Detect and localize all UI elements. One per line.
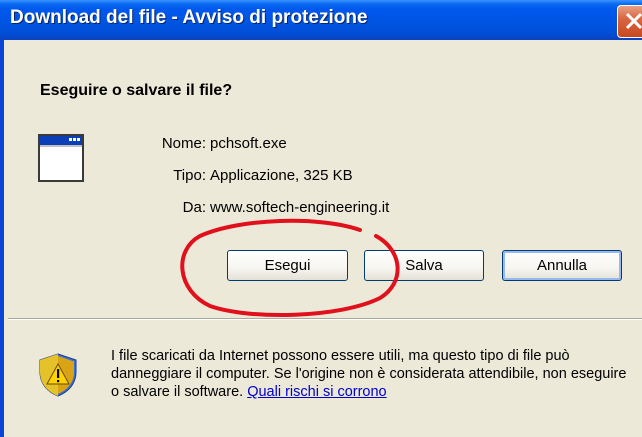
file-source-value: www.softech-engineering.it: [210, 199, 390, 216]
file-type-label: Tipo:: [173, 167, 206, 184]
run-button[interactable]: Esegui: [227, 250, 348, 281]
security-shield-icon: [39, 353, 77, 397]
application-window-icon: [38, 134, 84, 182]
risks-link[interactable]: Quali rischi si corrono: [247, 384, 386, 400]
window-title: Download del file - Avviso di protezione: [10, 7, 368, 28]
dialog-heading: Eseguire o salvare il file?: [40, 82, 233, 99]
save-button[interactable]: Salva: [364, 250, 484, 281]
close-icon: [625, 12, 642, 30]
download-dialog: Download del file - Avviso di protezione…: [0, 0, 642, 437]
close-button[interactable]: [617, 5, 642, 38]
file-name-value: pchsoft.exe: [210, 135, 287, 152]
cancel-button[interactable]: Annulla: [502, 250, 622, 281]
file-source-label: Da:: [182, 199, 206, 216]
file-type-value: Applicazione, 325 KB: [210, 167, 353, 184]
security-warning: I file scaricati da Internet possono ess…: [111, 347, 631, 401]
file-name-label: Nome:: [161, 135, 206, 152]
window-frame-left: [0, 40, 4, 437]
title-bar[interactable]: Download del file - Avviso di protezione: [0, 0, 642, 40]
separator-highlight: [8, 319, 642, 320]
